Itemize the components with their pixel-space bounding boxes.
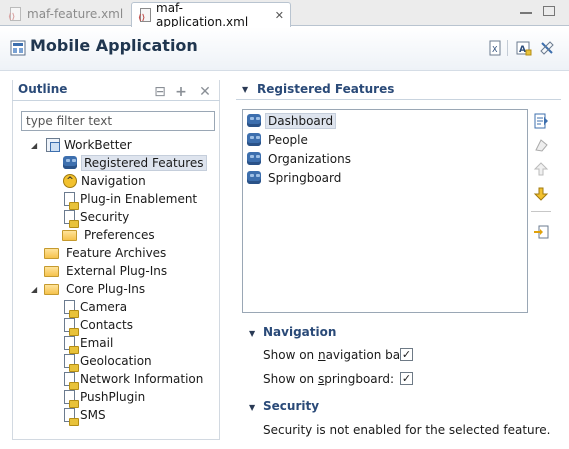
expand-arrow-icon[interactable]: ◢ <box>31 285 37 294</box>
tab-maf-application[interactable]: ⟨⟩ maf-application.xml ✕ <box>131 1 291 29</box>
expand-arrow-icon[interactable]: ◢ <box>31 141 37 150</box>
collapse-arrow-icon[interactable]: ▼ <box>242 85 248 94</box>
tab-label: maf-feature.xml <box>27 7 124 21</box>
tab-maf-feature[interactable]: ⟨⟩ maf-feature.xml <box>2 2 130 26</box>
move-up-icon[interactable] <box>533 161 549 177</box>
folder-icon <box>44 266 59 277</box>
folder-open-icon <box>44 284 59 295</box>
import-feature-icon[interactable] <box>533 224 549 240</box>
delete-icon[interactable]: ✕ <box>198 85 212 99</box>
plugin-icon <box>64 354 79 372</box>
plugin-icon <box>64 318 79 336</box>
registered-features-header[interactable]: ▼ Registered Features <box>236 80 561 100</box>
xml-file-icon: ⟨⟩ <box>8 7 22 21</box>
collapse-all-icon[interactable]: ⊟ <box>153 85 167 99</box>
feature-cube-icon <box>247 152 261 165</box>
plugin-icon <box>64 192 79 210</box>
xml-file-icon: ⟨⟩ <box>138 8 151 22</box>
feature-cube-icon <box>63 156 77 169</box>
plugin-icon <box>64 300 79 318</box>
tree-item-security[interactable]: Security <box>62 208 132 228</box>
plugin-icon <box>64 408 79 426</box>
tree-item-contacts[interactable]: Contacts <box>62 316 136 336</box>
folder-icon <box>62 230 77 241</box>
tree-item-workbetter[interactable]: WorkBetter <box>45 136 135 154</box>
validate-icon[interactable]: A <box>516 40 532 56</box>
tree-item-pushplugin[interactable]: PushPlugin <box>62 388 148 408</box>
feature-cube-icon <box>247 133 261 146</box>
folder-icon <box>44 248 59 259</box>
mobile-application-icon <box>10 40 26 56</box>
feature-cube-icon <box>247 171 261 184</box>
tools-icon[interactable] <box>539 40 555 56</box>
plugin-icon <box>64 390 79 408</box>
navigation-icon: ^ <box>63 174 77 188</box>
security-message: Security is not enabled for the selected… <box>263 423 551 437</box>
springboard-label: Show on springboard: <box>263 372 395 386</box>
page-title: Mobile Application <box>30 36 198 55</box>
security-icon <box>64 210 79 228</box>
tree-item-email[interactable]: Email <box>62 334 116 354</box>
editor-header: Mobile Application X A <box>0 27 569 71</box>
registered-features-list[interactable]: Dashboard People Organizations Springboa… <box>242 109 528 313</box>
feature-cube-icon <box>247 114 261 127</box>
tree-item-preferences[interactable]: Preferences <box>62 226 158 244</box>
add-icon[interactable]: + <box>174 85 188 99</box>
tree-item-sms[interactable]: SMS <box>62 406 109 426</box>
nav-bar-label: Show on navigation bar: <box>263 348 409 362</box>
project-icon <box>46 138 60 152</box>
separator <box>531 211 551 212</box>
delete-feature-icon[interactable] <box>533 137 549 153</box>
tree-item-external-plugins[interactable]: External Plug-Ins <box>44 262 170 280</box>
plugin-icon <box>64 336 79 354</box>
tree-item-feature-archives[interactable]: Feature Archives <box>44 244 169 262</box>
tree-item-registered-features[interactable]: Registered Features <box>62 154 207 172</box>
tree-item-geolocation[interactable]: Geolocation <box>62 352 155 372</box>
list-item-organizations[interactable]: Organizations <box>246 150 354 168</box>
tree-item-core-plugins[interactable]: Core Plug-Ins <box>44 280 148 298</box>
nav-bar-checkbox[interactable]: ✓ <box>400 348 413 361</box>
minimize-button[interactable] <box>520 6 532 14</box>
tree-item-camera[interactable]: Camera <box>62 298 130 318</box>
plugin-icon <box>64 372 79 390</box>
tree-item-network-information[interactable]: Network Information <box>62 370 206 390</box>
filter-input[interactable] <box>21 111 215 131</box>
editor-tab-bar: ⟨⟩ maf-feature.xml ⟨⟩ maf-application.xm… <box>0 0 569 29</box>
outline-header: Outline ⊟ + ✕ <box>12 80 220 101</box>
maximize-button[interactable] <box>543 6 555 16</box>
close-icon[interactable]: ✕ <box>275 9 284 22</box>
list-item-people[interactable]: People <box>246 131 311 149</box>
collapse-arrow-icon[interactable]: ▼ <box>249 403 255 412</box>
list-item-dashboard[interactable]: Dashboard <box>246 112 337 130</box>
tree-item-navigation[interactable]: ^ Navigation <box>62 172 149 190</box>
move-down-icon[interactable] <box>533 186 549 202</box>
outline-title: Outline <box>18 82 68 96</box>
svg-text:X: X <box>492 45 498 54</box>
collapse-arrow-icon[interactable]: ▼ <box>249 329 255 338</box>
tab-label: maf-application.xml <box>156 1 249 29</box>
svg-text:A: A <box>519 45 526 55</box>
add-feature-icon[interactable] <box>533 113 549 129</box>
tree-item-plugin-enablement[interactable]: Plug-in Enablement <box>62 190 200 210</box>
xml-source-icon[interactable]: X <box>487 40 503 56</box>
security-section-title: Security <box>263 399 320 413</box>
navigation-section-title: Navigation <box>263 325 337 339</box>
list-item-springboard[interactable]: Springboard <box>246 169 344 187</box>
springboard-checkbox[interactable]: ✓ <box>400 372 413 385</box>
